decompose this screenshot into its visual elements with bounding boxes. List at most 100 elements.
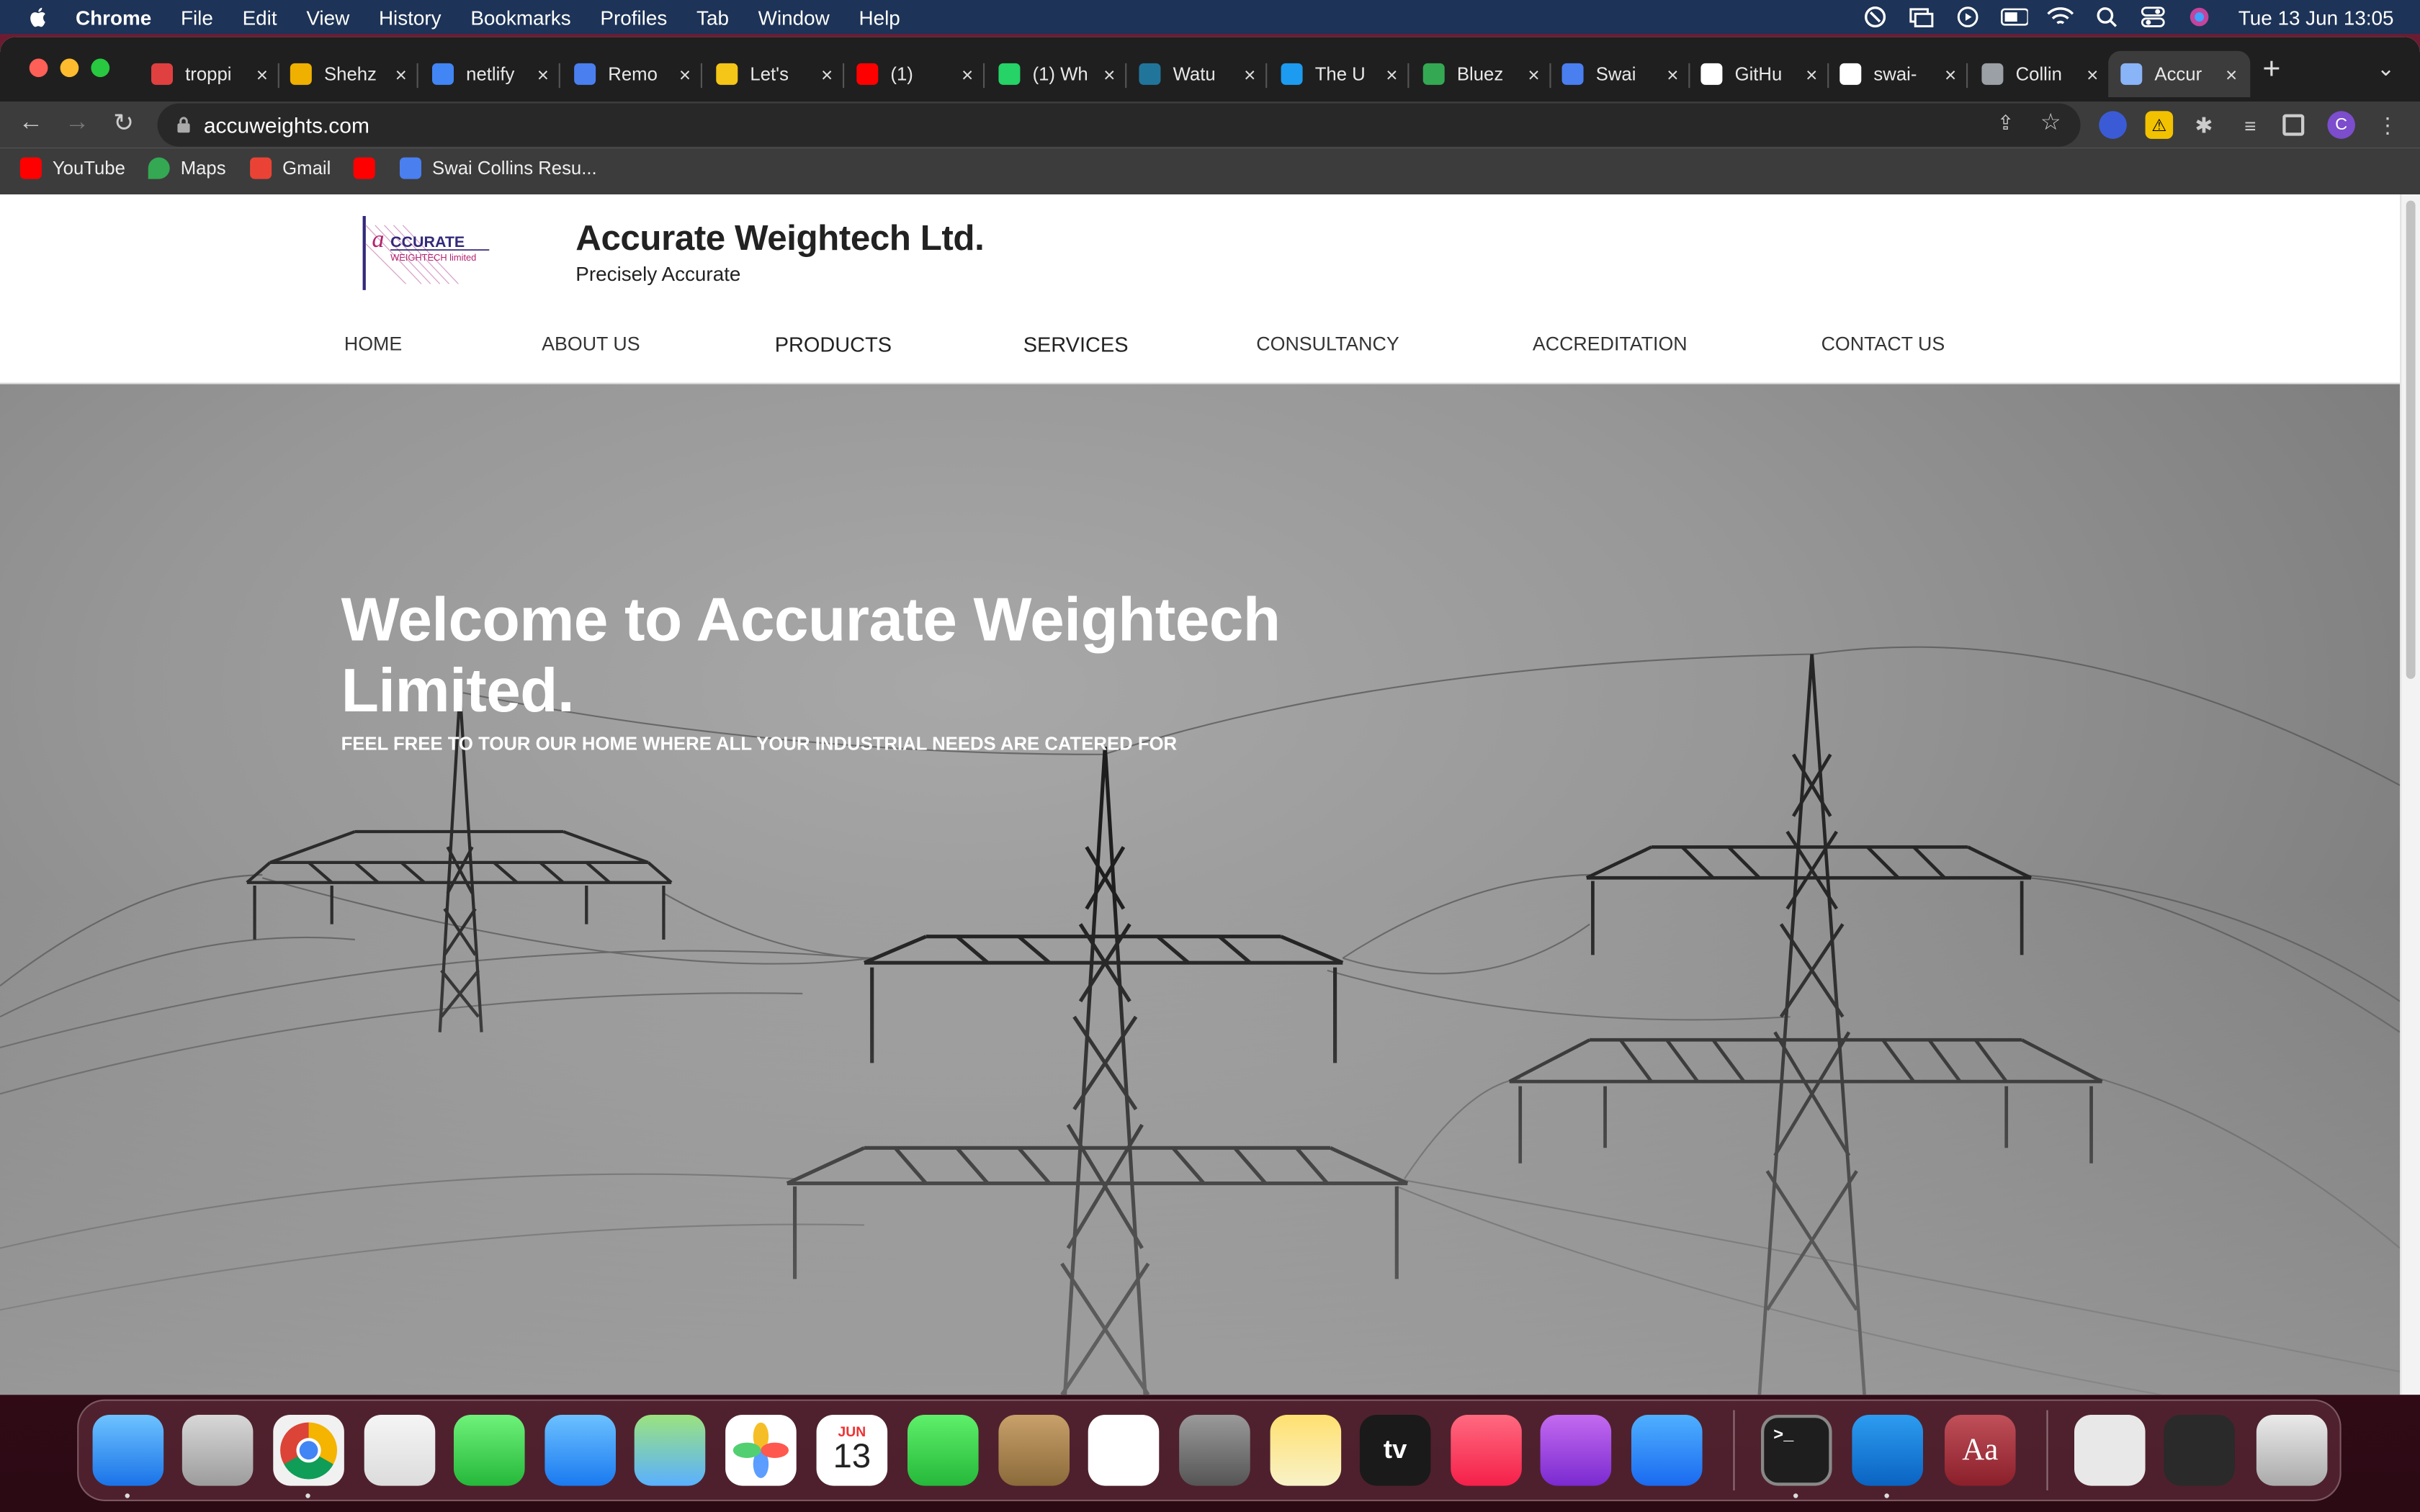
screen-icon[interactable] (2164, 1414, 2235, 1486)
tv-icon[interactable]: tv (1359, 1414, 1431, 1486)
menu-view[interactable]: View (306, 6, 349, 29)
tab-close-icon[interactable]: × (537, 63, 549, 86)
system-preferences-icon[interactable] (1179, 1414, 1250, 1486)
bookmark-maps[interactable]: Maps (148, 157, 226, 179)
tab-close-icon[interactable]: × (2087, 63, 2098, 86)
app-store-icon[interactable] (1631, 1414, 1703, 1486)
tab-close-icon[interactable]: × (1386, 63, 1397, 86)
tab-12[interactable]: swai- × (1827, 51, 1968, 97)
forward-arrow-icon[interactable]: → (62, 108, 93, 139)
tab-14[interactable]: Accur × (2108, 50, 2251, 97)
tab-close-icon[interactable]: × (1244, 63, 1255, 86)
preview-icon[interactable] (2074, 1414, 2146, 1486)
extension-warning-icon[interactable]: ⚠ (2145, 111, 2174, 139)
tab-close-icon[interactable]: × (962, 63, 973, 86)
bookmark-star-icon[interactable]: ☆ (2040, 108, 2061, 135)
wifi-icon[interactable] (2047, 6, 2075, 28)
nav-about-us[interactable]: ABOUT US (542, 333, 640, 355)
trash-icon[interactable] (2256, 1414, 2328, 1486)
close-window-button[interactable] (29, 58, 48, 78)
search-icon[interactable] (2093, 6, 2121, 28)
dictionary-icon[interactable]: Aa (1945, 1414, 2016, 1486)
tab-5[interactable]: (1) × (844, 51, 985, 97)
minimize-window-button[interactable] (60, 58, 79, 78)
reminders-icon[interactable] (1088, 1414, 1160, 1486)
finder-icon[interactable] (92, 1414, 164, 1486)
nav-consultancy[interactable]: CONSULTANCY (1256, 333, 1399, 355)
tab-8[interactable]: The U × (1268, 51, 1410, 97)
play-icon[interactable] (1954, 6, 1982, 28)
page-scrollbar[interactable] (2400, 194, 2420, 1395)
profile-avatar[interactable]: C (2327, 111, 2355, 139)
maps-icon[interactable] (634, 1414, 706, 1486)
address-url[interactable]: accuweights.com (204, 112, 369, 137)
headphones-icon[interactable] (1862, 6, 1890, 28)
tab-1[interactable]: Shehz × (278, 51, 418, 97)
menu-window[interactable]: Window (758, 6, 830, 29)
mail-icon[interactable] (544, 1414, 616, 1486)
tab-3[interactable]: Remo × (562, 51, 702, 97)
apple-icon[interactable] (26, 4, 50, 29)
nav-accreditation[interactable]: ACCREDITATION (1533, 333, 1688, 355)
tab-close-icon[interactable]: × (1945, 63, 1956, 86)
tab-0[interactable]: troppi × (139, 51, 279, 97)
menu-app-name[interactable]: Chrome (76, 6, 151, 29)
bookmark-resume[interactable]: Swai Collins Resu... (400, 157, 597, 179)
tab-4[interactable]: Let's × (704, 51, 845, 97)
tab-close-icon[interactable]: × (1806, 63, 1817, 86)
tab-close-icon[interactable]: × (1667, 63, 1678, 86)
safari-icon[interactable] (364, 1414, 436, 1486)
photos-icon[interactable] (725, 1414, 797, 1486)
reading-list-icon[interactable]: ≡ (2236, 111, 2264, 139)
nav-contact-us[interactable]: CONTACT US (1821, 333, 1945, 355)
tab-9[interactable]: Bluez × (1411, 51, 1551, 97)
nav-products[interactable]: PRODUCTS (775, 333, 892, 356)
share-icon[interactable]: ⇪ (1997, 111, 2014, 135)
tab-close-icon[interactable]: × (395, 63, 407, 86)
zoom-window-button[interactable] (91, 58, 110, 78)
chrome-icon[interactable] (273, 1414, 344, 1486)
address-bar[interactable]: accuweights.com ⇪ ☆ (157, 103, 2081, 147)
messages-icon[interactable] (454, 1414, 525, 1486)
menu-tab[interactable]: Tab (696, 6, 729, 29)
control-center-icon[interactable] (2140, 6, 2168, 28)
back-arrow-icon[interactable]: ← (15, 108, 46, 139)
site-title[interactable]: Accurate Weightech Ltd. (575, 217, 985, 259)
extensions-puzzle-icon[interactable]: ✱ (2190, 111, 2218, 139)
tab-close-icon[interactable]: × (821, 63, 833, 86)
tab-2[interactable]: netlify × (420, 51, 560, 97)
menu-profiles[interactable]: Profiles (600, 6, 667, 29)
terminal-icon[interactable]: >_ (1761, 1414, 1832, 1486)
battery-icon[interactable] (2001, 6, 2029, 28)
chrome-menu-icon[interactable]: ⋮ (2374, 111, 2402, 139)
tab-search-chevron-icon[interactable]: ⌄ (2377, 55, 2395, 81)
nav-services[interactable]: SERVICES (1023, 333, 1129, 356)
nav-home[interactable]: HOME (344, 333, 402, 355)
menu-edit[interactable]: Edit (243, 6, 277, 29)
screen-mirror-icon[interactable] (1908, 6, 1936, 28)
tab-close-icon[interactable]: × (1103, 63, 1115, 86)
facetime-icon[interactable] (908, 1414, 979, 1486)
tab-6[interactable]: (1) Wh × (986, 51, 1127, 97)
visual-studio-code-icon[interactable] (1852, 1414, 1923, 1486)
tab-close-icon[interactable]: × (2226, 63, 2237, 86)
reload-icon[interactable]: ↻ (108, 108, 139, 139)
tab-11[interactable]: GitHu × (1688, 51, 1829, 97)
launchpad-icon[interactable] (182, 1414, 254, 1486)
calendar-icon[interactable]: JUN 13 (816, 1414, 888, 1486)
site-logo[interactable]: a CCURATE WEIGHTECH limited (359, 212, 493, 294)
notes-icon[interactable] (1270, 1414, 1342, 1486)
menu-bookmarks[interactable]: Bookmarks (470, 6, 570, 29)
podcasts-icon[interactable] (1540, 1414, 1612, 1486)
tab-10[interactable]: Swai × (1549, 51, 1690, 97)
tab-close-icon[interactable]: × (256, 63, 268, 86)
tab-close-icon[interactable]: × (679, 63, 691, 86)
menu-help[interactable]: Help (859, 6, 900, 29)
bookmark-gmail[interactable]: Gmail (250, 157, 331, 179)
bookmark-youtube-2[interactable] (353, 157, 386, 179)
scrollbar-thumb[interactable] (2406, 200, 2416, 679)
menu-history[interactable]: History (379, 6, 442, 29)
extension-icon[interactable] (2099, 111, 2127, 139)
menubar-clock[interactable]: Tue 13 Jun 13:05 (2238, 6, 2394, 29)
tab-13[interactable]: Collin × (1969, 51, 2108, 97)
